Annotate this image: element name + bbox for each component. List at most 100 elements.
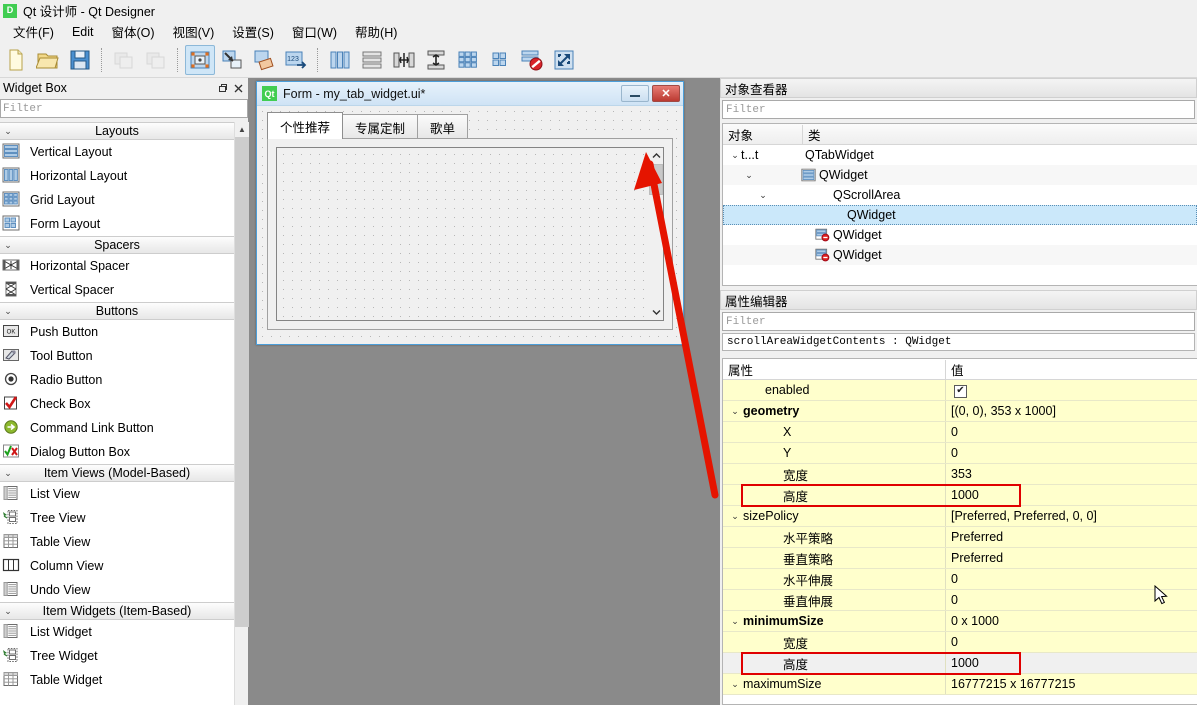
property-row[interactable]: ⌄ minimumSize 0 x 1000: [723, 611, 1197, 632]
menu-form[interactable]: 窗体(O): [103, 20, 164, 43]
chevron-down-icon[interactable]: ⌄: [729, 406, 741, 417]
form-window-title-bar[interactable]: Qt Form - my_tab_widget.ui* ✕: [257, 82, 683, 106]
form-canvas[interactable]: 个性推荐 专属定制 歌单: [257, 106, 683, 344]
property-row[interactable]: 高度 1000: [723, 485, 1197, 506]
chevron-down-icon[interactable]: ⌄: [729, 616, 741, 627]
object-tree-row[interactable]: ⌄ QScrollArea: [723, 185, 1197, 205]
object-tree-row[interactable]: ⌄ QWidget: [723, 165, 1197, 185]
widget-category-item-views-model-based[interactable]: ⌄ Item Views (Model-Based): [0, 464, 234, 482]
layout-vertically-icon[interactable]: [357, 45, 387, 75]
column-header-property[interactable]: 属性: [723, 359, 946, 379]
property-row[interactable]: Y0: [723, 443, 1197, 464]
adjust-size-icon[interactable]: [549, 45, 579, 75]
scroll-down-icon[interactable]: [649, 304, 663, 320]
property-value-cell[interactable]: Preferred: [946, 530, 1197, 544]
widget-box-scrollbar[interactable]: ▲: [234, 122, 249, 705]
widget-item-check-box[interactable]: Check Box: [0, 392, 234, 416]
menu-help[interactable]: 帮助(H): [346, 20, 406, 43]
layout-horizontally-icon[interactable]: [325, 45, 355, 75]
property-value-cell[interactable]: [(0, 0), 353 x 1000]: [946, 404, 1197, 418]
edit-tab-order-icon[interactable]: 123: [281, 45, 311, 75]
property-value-cell[interactable]: 0: [946, 635, 1197, 649]
widget-item-push-button[interactable]: OK Push Button: [0, 320, 234, 344]
widget-item-vertical-spacer[interactable]: Vertical Spacer: [0, 278, 234, 302]
widget-category-buttons[interactable]: ⌄ Buttons: [0, 302, 234, 320]
widget-box-list[interactable]: ⌄ Layouts Vertical Layout Horizontal Layo…: [0, 122, 248, 705]
property-row[interactable]: 宽度 0: [723, 632, 1197, 653]
scroll-up-icon[interactable]: ▲: [235, 122, 249, 137]
redo-icon[interactable]: [141, 45, 171, 75]
scroll-area[interactable]: [276, 147, 664, 321]
widget-item-table-widget[interactable]: Table Widget: [0, 668, 234, 692]
menu-view[interactable]: 视图(V): [164, 20, 224, 43]
restore-icon[interactable]: [214, 80, 230, 96]
widget-category-spacers[interactable]: ⌄ Spacers: [0, 236, 234, 254]
menu-settings[interactable]: 设置(S): [223, 20, 283, 43]
undo-icon[interactable]: [109, 45, 139, 75]
property-row[interactable]: enabled ✔: [723, 380, 1197, 401]
column-header-value[interactable]: 值: [946, 360, 1197, 379]
chevron-down-icon[interactable]: ⌄: [743, 170, 755, 181]
property-row[interactable]: ⌄ geometry [(0, 0), 353 x 1000]: [723, 401, 1197, 422]
object-tree-row[interactable]: QWidget: [723, 205, 1197, 225]
property-value-cell[interactable]: 0: [946, 593, 1197, 607]
layout-splitter-horizontal-icon[interactable]: [389, 45, 419, 75]
widget-item-horizontal-layout[interactable]: Horizontal Layout: [0, 164, 234, 188]
layout-splitter-vertical-icon[interactable]: [421, 45, 451, 75]
property-value-cell[interactable]: 0: [946, 425, 1197, 439]
widget-item-tree-view[interactable]: Tree View: [0, 506, 234, 530]
property-value-cell[interactable]: 0: [946, 446, 1197, 460]
property-row[interactable]: X0: [723, 422, 1197, 443]
property-value-cell[interactable]: 0: [946, 572, 1197, 586]
chevron-down-icon[interactable]: ⌄: [757, 190, 769, 201]
scroll-area-vertical-scrollbar[interactable]: [649, 148, 663, 320]
form-tab-0[interactable]: 个性推荐: [267, 112, 344, 139]
minimize-button[interactable]: [621, 85, 649, 102]
new-form-icon[interactable]: [1, 45, 31, 75]
tab-page[interactable]: [267, 138, 673, 330]
chevron-down-icon[interactable]: ⌄: [729, 511, 741, 522]
widget-category-item-widgets-item-based[interactable]: ⌄ Item Widgets (Item-Based): [0, 602, 234, 620]
property-row[interactable]: 垂直伸展 0: [723, 590, 1197, 611]
property-table[interactable]: 属性 值 enabled ✔ ⌄ geometry [(0, 0), 353 x 100…: [722, 358, 1197, 705]
widget-category-layouts[interactable]: ⌄ Layouts: [0, 122, 234, 140]
widget-item-tree-widget[interactable]: Tree Widget: [0, 644, 234, 668]
object-tree[interactable]: 对象 类 ⌄ t...t QTabWidget ⌄ QWidget ⌄ QScrollAr…: [722, 123, 1197, 286]
property-value-cell[interactable]: [Preferred, Preferred, 0, 0]: [946, 509, 1197, 523]
form-tab-1[interactable]: 专属定制: [342, 114, 419, 139]
widget-box-filter-input[interactable]: Filter: [0, 99, 248, 118]
widget-item-form-layout[interactable]: Form Layout: [0, 212, 234, 236]
property-value-cell[interactable]: 353: [946, 467, 1197, 481]
scroll-up-icon[interactable]: [649, 148, 663, 164]
property-row[interactable]: 宽度 353: [723, 464, 1197, 485]
widget-item-list-view[interactable]: List View: [0, 482, 234, 506]
column-header-object[interactable]: 对象: [723, 124, 803, 144]
property-row[interactable]: 高度 1000: [723, 653, 1197, 674]
object-tree-row[interactable]: QWidget: [723, 225, 1197, 245]
widget-item-grid-layout[interactable]: Grid Layout: [0, 188, 234, 212]
checkbox-icon[interactable]: ✔: [954, 384, 967, 398]
property-editor-filter-input[interactable]: Filter: [722, 312, 1195, 331]
tab-bar[interactable]: 个性推荐 专属定制 歌单: [267, 112, 469, 139]
widget-item-tool-button[interactable]: Tool Button: [0, 344, 234, 368]
property-row[interactable]: ⌄ maximumSize 16777215 x 16777215: [723, 674, 1197, 695]
edit-signals-slots-icon[interactable]: [217, 45, 247, 75]
scrollbar-thumb[interactable]: [235, 137, 249, 627]
property-row[interactable]: 水平策略 Preferred: [723, 527, 1197, 548]
menu-file[interactable]: 文件(F): [4, 20, 63, 43]
menu-window[interactable]: 窗口(W): [283, 20, 346, 43]
property-value-cell[interactable]: Preferred: [946, 551, 1197, 565]
widget-item-list-widget[interactable]: List Widget: [0, 620, 234, 644]
form-tab-2[interactable]: 歌单: [417, 114, 469, 139]
scrollbar-thumb[interactable]: [649, 164, 663, 195]
property-value-cell[interactable]: 0 x 1000: [946, 614, 1197, 628]
widget-item-vertical-layout[interactable]: Vertical Layout: [0, 140, 234, 164]
property-value-cell[interactable]: 16777215 x 16777215: [946, 677, 1197, 691]
property-row[interactable]: 垂直策略 Preferred: [723, 548, 1197, 569]
object-tree-row[interactable]: QWidget: [723, 245, 1197, 265]
chevron-down-icon[interactable]: ⌄: [729, 150, 741, 161]
widget-item-horizontal-spacer[interactable]: Horizontal Spacer: [0, 254, 234, 278]
property-row[interactable]: 水平伸展 0: [723, 569, 1197, 590]
widget-item-column-view[interactable]: Column View: [0, 554, 234, 578]
object-tree-row[interactable]: ⌄ t...t QTabWidget: [723, 145, 1197, 165]
